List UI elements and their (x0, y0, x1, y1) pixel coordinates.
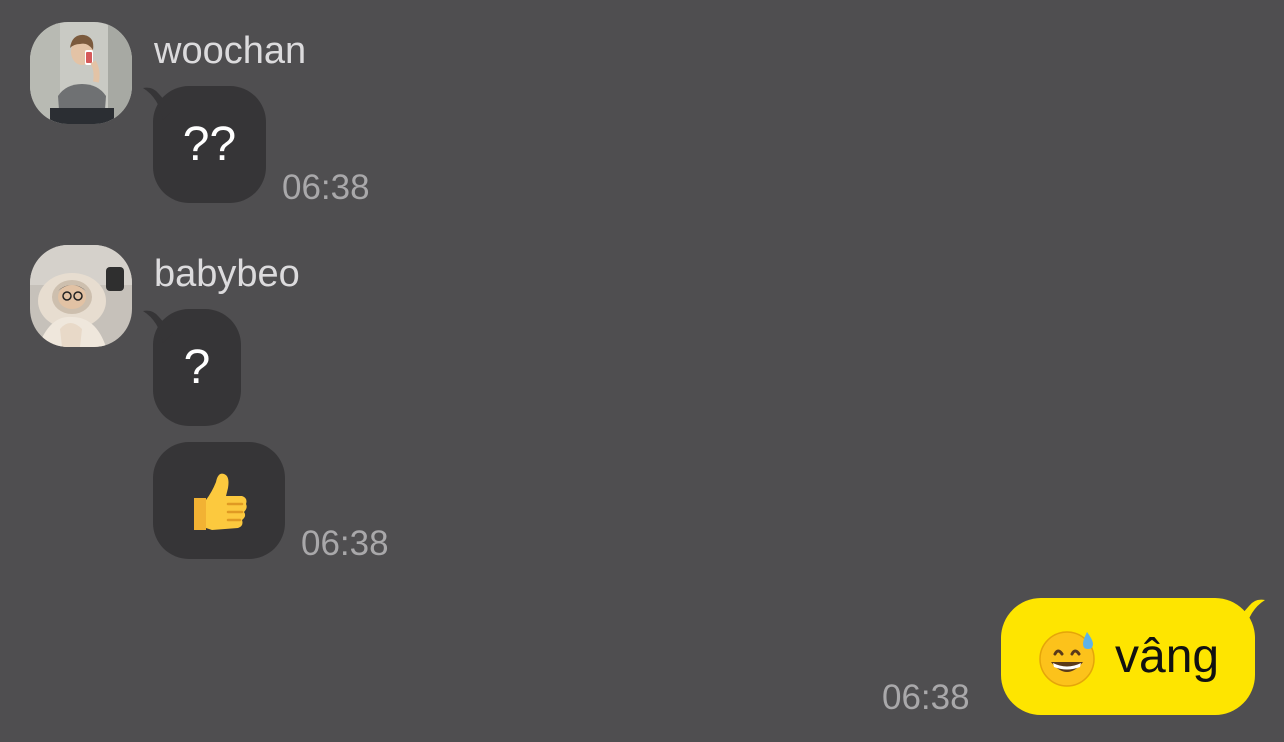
my-message-bubble[interactable]: vâng (1001, 598, 1265, 715)
message-timestamp: 06:38 (882, 678, 970, 717)
message-text: vâng (1115, 630, 1220, 683)
message-bubble[interactable]: ? (143, 309, 241, 426)
thumbs-up-icon (194, 473, 247, 530)
message-timestamp: 06:38 (282, 168, 370, 207)
avatar-woochan[interactable] (30, 22, 132, 124)
bubble-tail (1235, 599, 1265, 632)
profile-photo-woochan-icon (30, 22, 132, 124)
avatar-babybeo[interactable] (30, 245, 132, 347)
bubble-tail (143, 310, 173, 343)
message-text: ? (183, 341, 211, 394)
grinning-sweat-face-icon (1039, 630, 1095, 687)
bubble-tail (143, 87, 173, 120)
message-timestamp: 06:38 (301, 524, 389, 563)
sender-name: woochan (154, 30, 307, 72)
profile-photo-babybeo-icon (30, 245, 132, 347)
sender-name: babybeo (154, 253, 300, 295)
chat-screen: { "messages": [ { "sender": "woochan", "… (0, 0, 1284, 742)
message-bubble[interactable] (153, 442, 285, 559)
message-bubble[interactable]: ?? (143, 86, 266, 203)
message-text: ?? (182, 118, 237, 171)
